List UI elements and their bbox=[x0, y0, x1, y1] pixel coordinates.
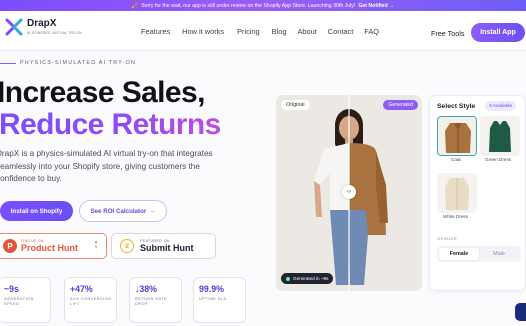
product-hunt-votes: ▲ 5 bbox=[94, 239, 98, 249]
arrow-right-icon: → bbox=[149, 207, 156, 215]
stat-card: ↓38% RETURN RATE DROP bbox=[129, 277, 182, 323]
brand-logo[interactable]: DrapX AI-POWERED VIRTUAL TRY-ON bbox=[4, 17, 82, 37]
stat-card: 99.9% UPTIME SLA bbox=[193, 277, 246, 323]
stat-value: +47% bbox=[70, 284, 93, 294]
nav-links: Features How it works Pricing Blog About… bbox=[141, 11, 379, 51]
stat-label: GENERATION SPEED bbox=[4, 297, 34, 306]
announcement-bar: 🎉 Sorry for the wait, our app is still u… bbox=[0, 0, 526, 11]
nav-link-about[interactable]: About bbox=[297, 27, 316, 36]
try-on-preview[interactable]: Original Generated ‹› Generated in ~9s bbox=[276, 95, 422, 291]
navbar: DrapX AI-POWERED VIRTUAL TRY-ON Features… bbox=[0, 11, 526, 51]
coat-thumbnail bbox=[438, 117, 476, 155]
stat-card: ~9s GENERATION SPEED bbox=[0, 277, 51, 323]
free-tools-link[interactable]: Free Tools bbox=[431, 29, 464, 38]
style-item-label: White Dress bbox=[443, 214, 469, 219]
product-hunt-name: Product Hunt bbox=[21, 243, 78, 253]
headline-line-2: Reduce Returns bbox=[0, 108, 221, 141]
white-dress-thumbnail bbox=[437, 173, 477, 213]
hero-description: DrapX is a physics-simulated AI virtual … bbox=[0, 149, 213, 183]
style-item-white-dress[interactable] bbox=[437, 173, 477, 213]
nav-link-blog[interactable]: Blog bbox=[272, 27, 287, 36]
available-count-badge: 3 Available bbox=[485, 101, 517, 111]
stat-label: RETURN RATE DROP bbox=[135, 297, 168, 306]
eyebrow-divider bbox=[0, 62, 16, 64]
generated-tag: Generated bbox=[383, 100, 418, 110]
panel-title: Select Style bbox=[437, 103, 476, 110]
announcement-text: Sorry for the wait, our app is still und… bbox=[141, 2, 356, 9]
gender-toggle: Female Male bbox=[437, 246, 521, 262]
product-hunt-badge[interactable]: P FIND US ON Product Hunt ▲ 5 bbox=[0, 233, 107, 259]
gender-label: GENDER bbox=[437, 236, 458, 241]
drapx-logo-icon bbox=[5, 18, 23, 36]
party-icon: 🎉 bbox=[131, 2, 139, 9]
stat-label: UPTIME SLA bbox=[199, 297, 227, 301]
eyebrow-text: PHYSICS-SIMULATED AI TRY-ON bbox=[20, 60, 137, 66]
gender-option-male[interactable]: Male bbox=[479, 248, 519, 260]
install-on-shopify-button[interactable]: Install on Shopify bbox=[0, 201, 73, 221]
stat-value: ↓38% bbox=[135, 284, 158, 294]
status-dot-icon bbox=[286, 276, 290, 281]
install-app-button[interactable]: Install App bbox=[471, 23, 525, 42]
original-tag: Original bbox=[281, 100, 310, 110]
gender-option-female[interactable]: Female bbox=[439, 248, 479, 260]
nav-link-how-it-works[interactable]: How it works bbox=[182, 27, 224, 36]
vote-count: 5 bbox=[94, 244, 98, 249]
stat-card: +47% AVG CONVERSION LIFT bbox=[64, 277, 117, 323]
style-item-label: Green Dress bbox=[485, 157, 512, 162]
get-notified-link[interactable]: Get Notified → bbox=[358, 3, 394, 9]
stat-label: AVG CONVERSION LIFT bbox=[70, 297, 112, 306]
style-item-coat[interactable] bbox=[437, 116, 477, 156]
brand-name: DrapX bbox=[27, 18, 57, 29]
style-item-label: Coat bbox=[451, 157, 461, 162]
submit-hunt-badge[interactable]: ♛ FEATURED ON Submit Hunt bbox=[111, 233, 216, 259]
nav-link-faq[interactable]: FAQ bbox=[364, 27, 379, 36]
trophy-icon: ♛ bbox=[120, 239, 134, 253]
nav-link-pricing[interactable]: Pricing bbox=[237, 27, 260, 36]
green-dress-thumbnail bbox=[480, 116, 520, 156]
stat-value: 99.9% bbox=[199, 284, 224, 294]
floating-action-tab[interactable] bbox=[515, 303, 526, 321]
nav-link-features[interactable]: Features bbox=[141, 27, 170, 36]
generation-time-text: Generated in ~9s bbox=[293, 276, 329, 281]
style-selector-panel: Select Style 3 Available Coat Green Dres… bbox=[429, 95, 526, 291]
generation-time-pill: Generated in ~9s bbox=[281, 273, 334, 284]
hero-eyebrow: PHYSICS-SIMULATED AI TRY-ON bbox=[0, 60, 136, 66]
nav-link-contact[interactable]: Contact bbox=[328, 27, 353, 36]
compare-slider-handle[interactable]: ‹› bbox=[342, 185, 356, 199]
headline-line-1: Increase Sales, bbox=[0, 76, 205, 109]
style-item-green-dress[interactable] bbox=[480, 116, 520, 156]
submit-hunt-name: Submit Hunt bbox=[140, 243, 194, 253]
brand-tagline: AI-POWERED VIRTUAL TRY-ON bbox=[27, 31, 82, 35]
product-hunt-icon: P bbox=[3, 239, 17, 253]
roi-calculator-label: See ROI Calculator bbox=[90, 207, 147, 215]
roi-calculator-button[interactable]: See ROI Calculator → bbox=[79, 200, 167, 222]
stat-value: ~9s bbox=[4, 284, 19, 294]
